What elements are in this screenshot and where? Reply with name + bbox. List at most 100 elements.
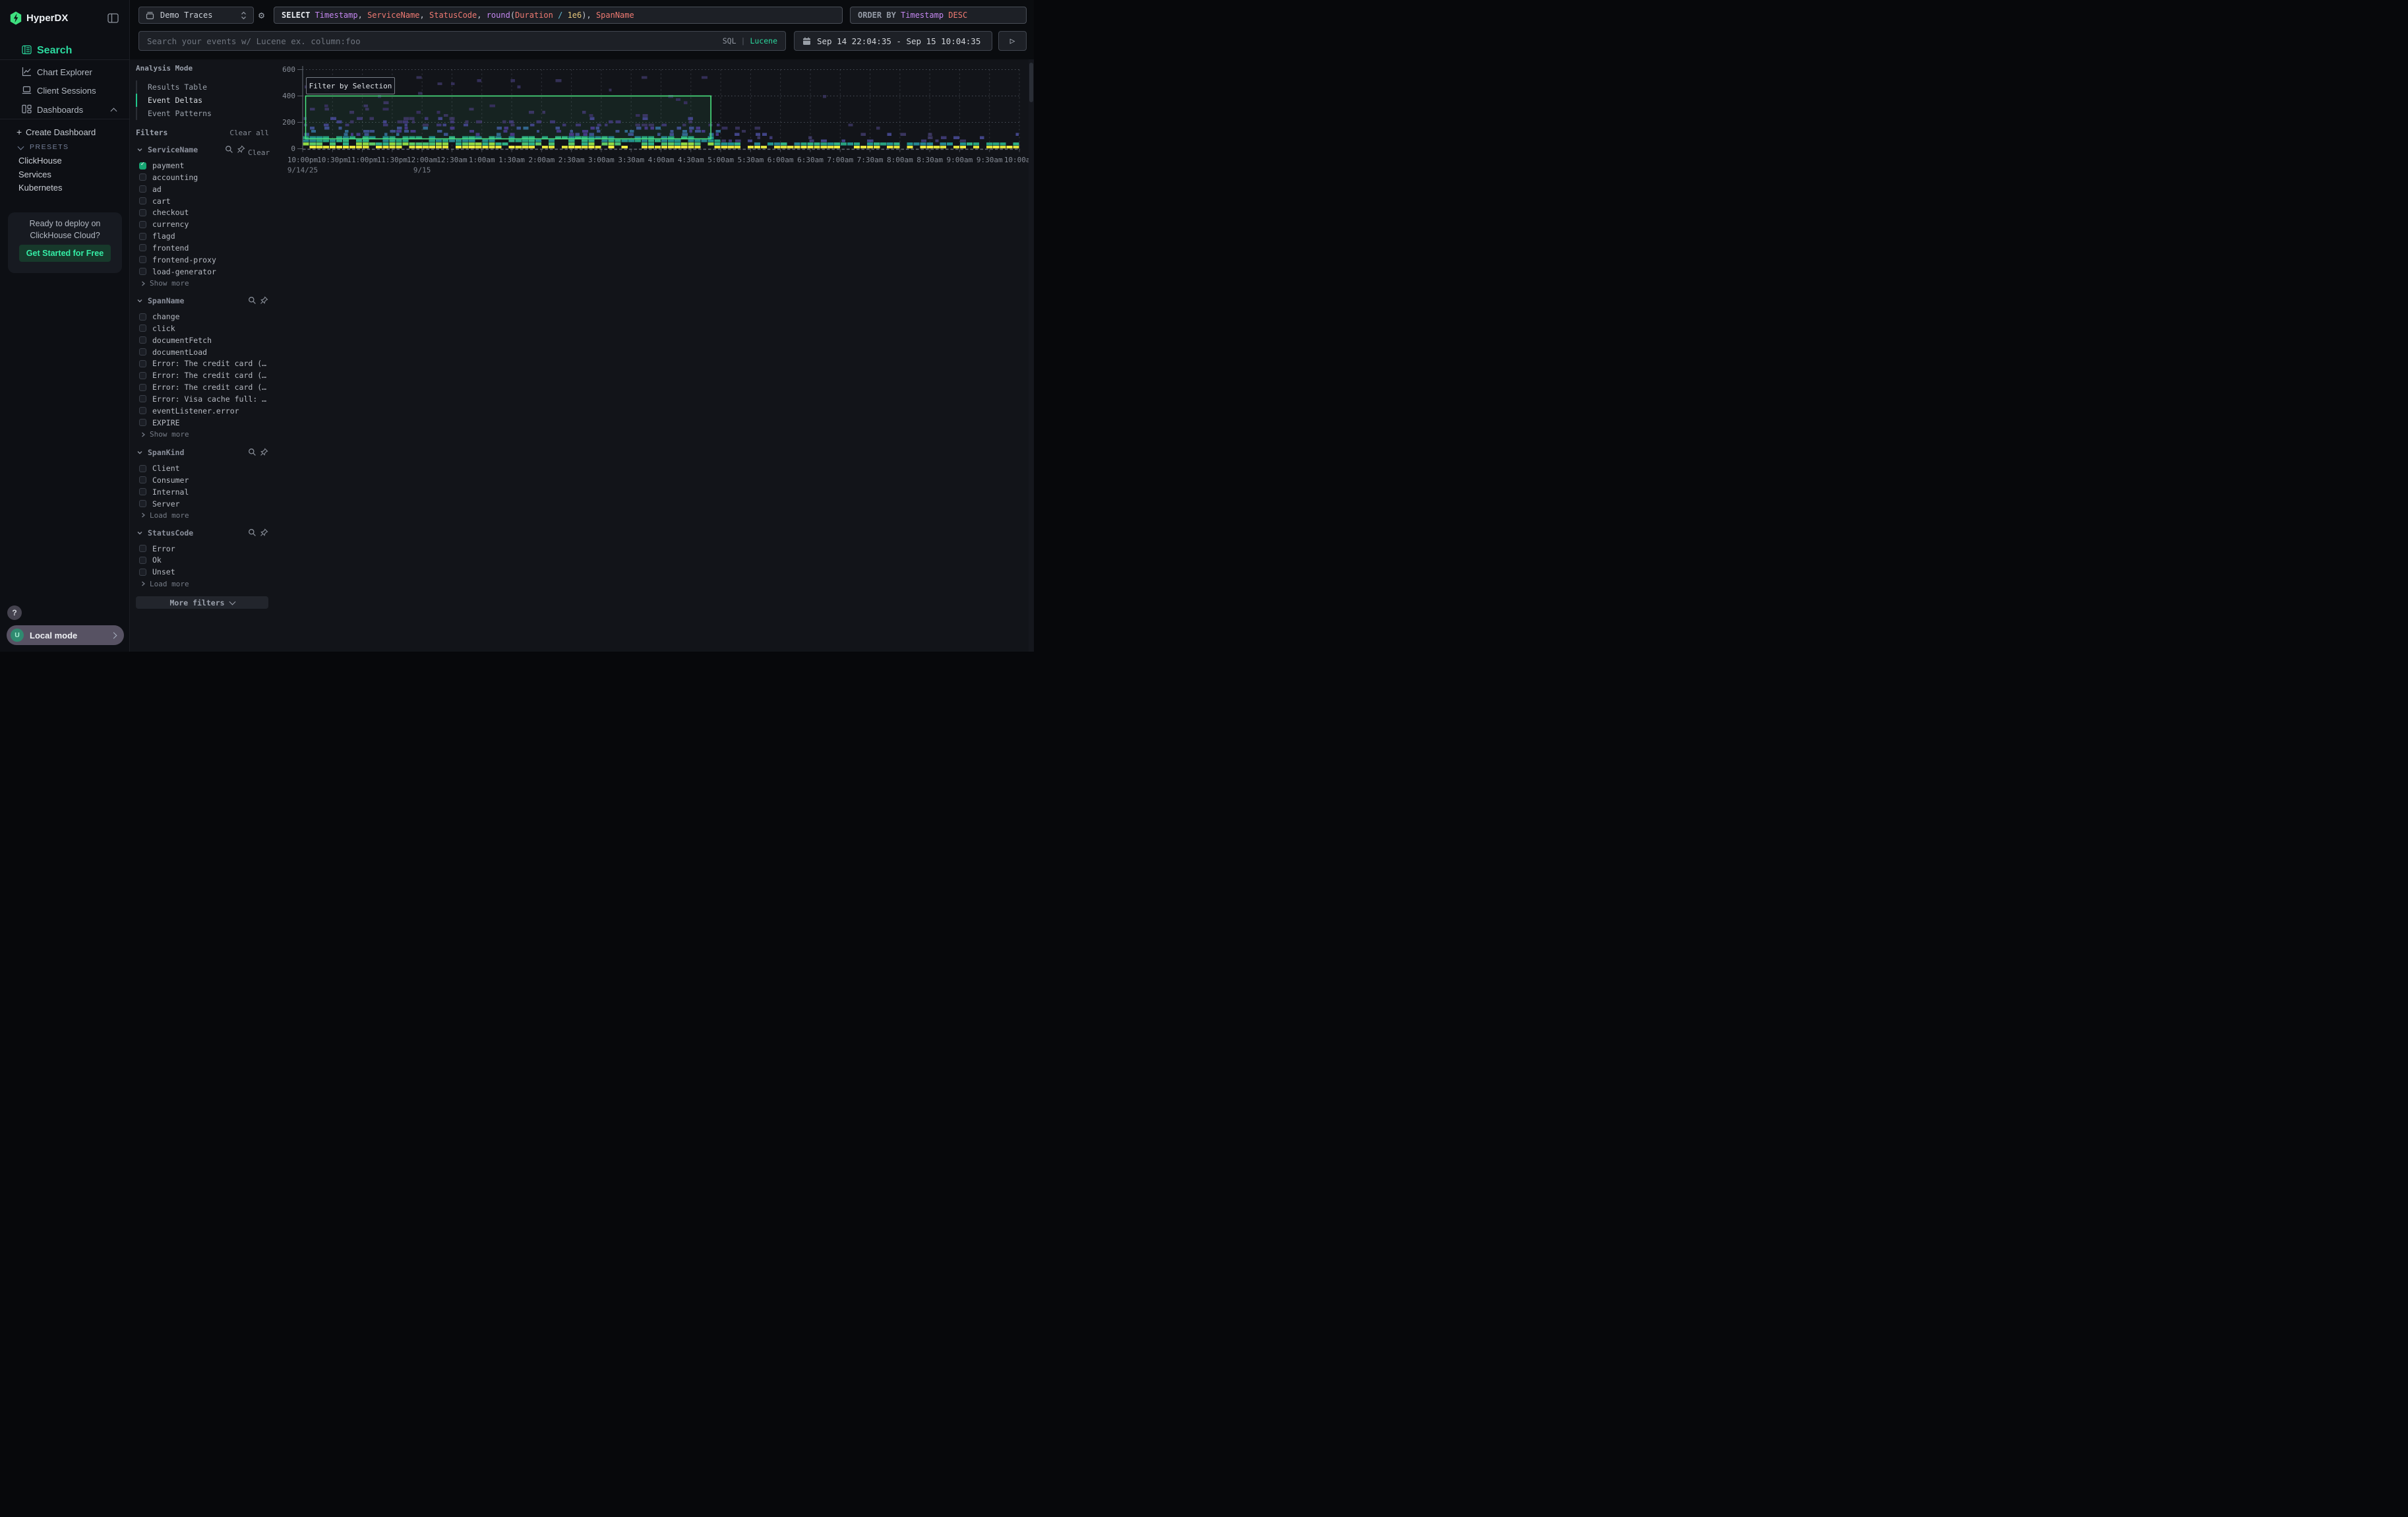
search-icon[interactable] — [248, 448, 256, 456]
analysis-option-event-patterns[interactable]: Event Patterns — [148, 109, 212, 118]
filter-checkbox-row[interactable]: EXPIRE — [139, 418, 180, 427]
filter-checkbox-row[interactable]: accounting — [139, 173, 198, 182]
pin-icon[interactable] — [237, 145, 245, 154]
checkbox-unchecked[interactable] — [139, 233, 146, 240]
checkbox-unchecked[interactable] — [139, 569, 146, 576]
filter-section-name[interactable]: ServiceName — [148, 145, 198, 154]
sql-select-input[interactable]: SELECT Timestamp, ServiceName, StatusCod… — [274, 7, 843, 24]
checkbox-unchecked[interactable] — [139, 348, 146, 356]
filter-load-more-button[interactable]: Load more — [140, 511, 189, 520]
checkbox-checked[interactable] — [139, 162, 146, 170]
scrollbar-thumb[interactable] — [1029, 63, 1033, 102]
sidebar-item-services[interactable]: Services — [18, 170, 51, 179]
checkbox-unchecked[interactable] — [139, 268, 146, 275]
checkbox-unchecked[interactable] — [139, 419, 146, 426]
sidebar-item-search[interactable]: Search — [37, 45, 72, 57]
checkbox-unchecked[interactable] — [139, 325, 146, 332]
sidebar-item-client-sessions[interactable]: Client Sessions — [37, 86, 96, 96]
filter-checkbox-row[interactable]: documentLoad — [139, 348, 207, 357]
checkbox-unchecked[interactable] — [139, 221, 146, 228]
filter-section-name[interactable]: StatusCode — [148, 528, 193, 538]
filter-checkbox-row[interactable]: payment — [139, 161, 184, 170]
checkbox-unchecked[interactable] — [139, 488, 146, 495]
filter-section-name[interactable]: SpanName — [148, 296, 184, 305]
checkbox-unchecked[interactable] — [139, 476, 146, 483]
sidebar-item-chart-explorer[interactable]: Chart Explorer — [37, 67, 92, 77]
lucene-search-input[interactable]: Search your events w/ Lucene ex. column:… — [138, 31, 786, 51]
filter-section-name[interactable]: SpanKind — [148, 448, 184, 457]
order-by-input[interactable]: ORDER BY Timestamp DESC — [850, 7, 1027, 24]
filter-checkbox-row[interactable]: Internal — [139, 487, 189, 497]
search-icon[interactable] — [248, 528, 256, 537]
search-icon[interactable] — [248, 296, 256, 305]
filter-checkbox-row[interactable]: Error: The credit card (… — [139, 359, 266, 368]
user-menu[interactable]: U Local mode — [7, 625, 124, 645]
data-source-select[interactable]: Demo Traces — [138, 7, 254, 24]
checkbox-unchecked[interactable] — [139, 197, 146, 204]
mode-toggle-sql[interactable]: SQL — [723, 36, 737, 46]
checkbox-unchecked[interactable] — [139, 256, 146, 263]
run-query-button[interactable]: ▷ — [998, 31, 1027, 51]
checkbox-unchecked[interactable] — [139, 313, 146, 321]
get-started-button[interactable]: Get Started for Free — [19, 245, 111, 262]
checkbox-unchecked[interactable] — [139, 360, 146, 367]
filter-checkbox-row[interactable]: Consumer — [139, 476, 189, 485]
help-button[interactable]: ? — [7, 605, 22, 620]
filter-by-selection-button[interactable]: Filter by Selection — [306, 77, 395, 94]
checkbox-unchecked[interactable] — [139, 209, 146, 216]
filter-show-more-button[interactable]: Show more — [140, 430, 189, 439]
sidebar-collapse-icon[interactable] — [107, 13, 119, 23]
checkbox-unchecked[interactable] — [139, 500, 146, 507]
filter-checkbox-row[interactable]: cart — [139, 197, 171, 206]
filter-clear-button[interactable]: Clear — [248, 145, 269, 158]
checkbox-unchecked[interactable] — [139, 336, 146, 344]
mode-toggle-lucene[interactable]: Lucene — [750, 36, 777, 46]
filter-checkbox-row[interactable]: Server — [139, 499, 180, 509]
analysis-option-event-deltas[interactable]: Event Deltas — [148, 96, 202, 105]
filter-checkbox-row[interactable]: change — [139, 312, 180, 321]
filter-checkbox-row[interactable]: flagd — [139, 232, 175, 241]
filter-checkbox-row[interactable]: eventListener.error — [139, 406, 239, 416]
more-filters-button[interactable]: More filters — [136, 596, 268, 609]
checkbox-unchecked[interactable] — [139, 395, 146, 402]
filter-show-more-button[interactable]: Show more — [140, 279, 189, 288]
checkbox-unchecked[interactable] — [139, 244, 146, 251]
presets-group-label[interactable]: PRESETS — [30, 143, 69, 151]
clear-all-button[interactable]: Clear all — [218, 129, 269, 137]
checkbox-unchecked[interactable] — [139, 372, 146, 379]
filter-checkbox-row[interactable]: documentFetch — [139, 336, 212, 345]
filter-checkbox-row[interactable]: Error: The credit card (… — [139, 371, 266, 380]
checkbox-unchecked[interactable] — [139, 557, 146, 564]
filter-checkbox-row[interactable]: load-generator — [139, 267, 216, 276]
checkbox-unchecked[interactable] — [139, 545, 146, 552]
filter-checkbox-row[interactable]: Client — [139, 464, 180, 473]
filter-checkbox-row[interactable]: frontend-proxy — [139, 255, 216, 264]
checkbox-unchecked[interactable] — [139, 384, 146, 391]
filter-checkbox-row[interactable]: Unset — [139, 567, 175, 576]
checkbox-unchecked[interactable] — [139, 407, 146, 414]
filter-checkbox-row[interactable]: checkout — [139, 208, 189, 217]
filter-checkbox-row[interactable]: Error: Visa cache full: … — [139, 394, 266, 404]
pin-icon[interactable] — [260, 528, 268, 537]
search-icon[interactable] — [225, 145, 233, 154]
gear-icon[interactable]: ⚙ — [258, 9, 264, 21]
filter-checkbox-row[interactable]: Ok — [139, 555, 162, 565]
filter-checkbox-row[interactable]: frontend — [139, 243, 189, 253]
sidebar-item-dashboards[interactable]: Dashboards — [37, 105, 83, 115]
checkbox-unchecked[interactable] — [139, 173, 146, 181]
checkbox-unchecked[interactable] — [139, 185, 146, 193]
analysis-option-results-table[interactable]: Results Table — [148, 82, 207, 92]
pin-icon[interactable] — [260, 448, 268, 456]
create-dashboard-button[interactable]: Create Dashboard — [26, 127, 96, 137]
pin-icon[interactable] — [260, 296, 268, 305]
filter-checkbox-row[interactable]: Error — [139, 544, 175, 553]
checkbox-unchecked[interactable] — [139, 465, 146, 472]
filter-checkbox-row[interactable]: ad — [139, 185, 162, 194]
filter-load-more-button[interactable]: Load more — [140, 579, 189, 588]
filter-checkbox-row[interactable]: Error: The credit card (… — [139, 383, 266, 392]
filter-checkbox-row[interactable]: currency — [139, 220, 189, 229]
filter-checkbox-row[interactable]: click — [139, 324, 175, 333]
sidebar-item-kubernetes[interactable]: Kubernetes — [18, 183, 63, 193]
time-range-picker[interactable]: Sep 14 22:04:35 - Sep 15 10:04:35 — [794, 31, 992, 51]
sidebar-item-clickhouse[interactable]: ClickHouse — [18, 156, 62, 166]
